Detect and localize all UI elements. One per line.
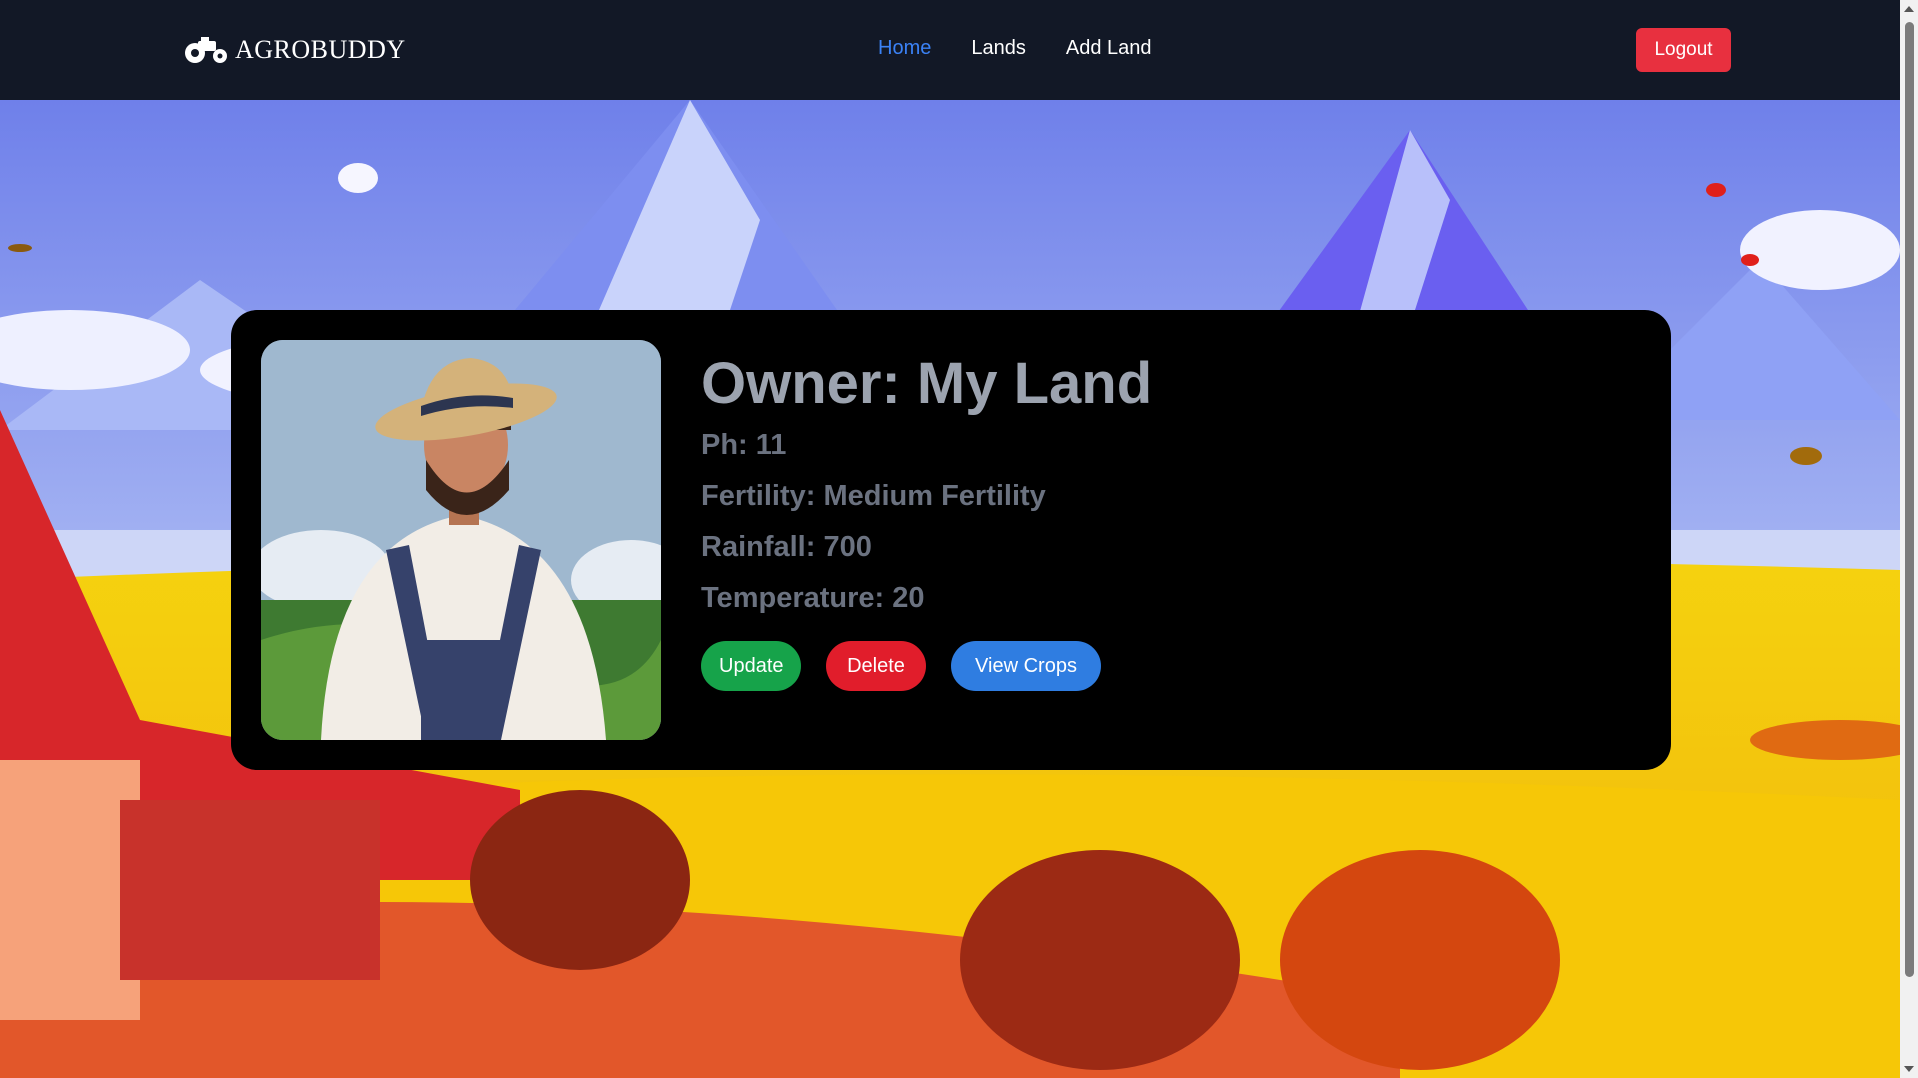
nav-link-add-land[interactable]: Add Land [1066,37,1152,60]
land-card: Owner: My Land Ph: 11 Fertility: Medium … [231,310,1671,770]
scroll-down-arrow-icon[interactable] [1904,1066,1914,1072]
nav-link-home[interactable]: Home [878,37,931,60]
nav-links: Home Lands Add Land [878,37,1152,60]
brand-logo[interactable]: AGROBUDDY [183,35,406,65]
land-details: Owner: My Land Ph: 11 Fertility: Medium … [701,350,1152,691]
top-navbar: AGROBUDDY Home Lands Add Land Logout [0,0,1900,100]
logout-button[interactable]: Logout [1636,28,1731,72]
land-actions: Update Delete View Crops [701,641,1152,691]
farmer-image [261,340,661,740]
page-scrollbar[interactable] [1900,0,1918,1078]
update-button[interactable]: Update [701,641,801,691]
scrollbar-thumb[interactable] [1905,22,1914,977]
view-crops-button[interactable]: View Crops [951,641,1101,691]
tractor-icon [185,37,227,63]
land-fertility: Fertility: Medium Fertility [701,480,1046,512]
delete-button[interactable]: Delete [826,641,926,691]
land-temperature: Temperature: 20 [701,582,925,614]
brand-name: AGROBUDDY [235,35,406,64]
land-rainfall: Rainfall: 700 [701,531,872,563]
land-ph: Ph: 11 [701,429,787,461]
nav-link-lands[interactable]: Lands [971,37,1026,60]
scroll-up-arrow-icon[interactable] [1904,6,1914,12]
land-owner-title: Owner: My Land [701,351,1153,416]
